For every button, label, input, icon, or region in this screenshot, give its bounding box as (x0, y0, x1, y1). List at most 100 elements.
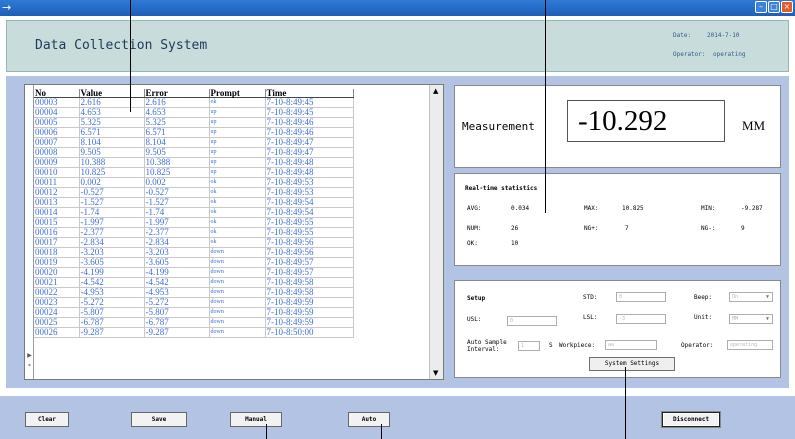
workpiece-field[interactable]: aa (605, 340, 657, 350)
cell-error[interactable]: 0.002 (144, 177, 210, 188)
cell-value[interactable]: -1.997 (79, 217, 145, 228)
cell-error[interactable]: 5.325 (144, 117, 210, 128)
cell-error[interactable]: -4.542 (144, 277, 210, 288)
cell-error[interactable]: 6.571 (144, 127, 210, 138)
cell-time[interactable]: 7-10-8:49:46 (265, 117, 354, 128)
cell-error[interactable]: 9.505 (144, 147, 210, 158)
cell-no[interactable]: 00012 (34, 187, 80, 198)
cell-value[interactable]: 10.825 (79, 167, 145, 178)
cell-value[interactable]: -3.605 (79, 257, 145, 268)
cell-time[interactable]: 7-10-8:49:58 (265, 277, 354, 288)
cell-prompt[interactable]: up (209, 147, 266, 158)
cell-error[interactable]: -1.997 (144, 217, 210, 228)
cell-no[interactable]: 00008 (34, 147, 80, 158)
disconnect-button[interactable]: Disconnect (662, 412, 720, 427)
cell-no[interactable]: 00003 (34, 97, 80, 108)
cell-no[interactable]: 00017 (34, 237, 80, 248)
usl-field[interactable]: 0 (507, 316, 557, 326)
cell-error[interactable]: -3.605 (144, 257, 210, 268)
column-header-prompt[interactable]: Prompt (209, 89, 266, 98)
cell-time[interactable]: 7-10-8:49:59 (265, 307, 354, 318)
table-row[interactable]: 00009 10.388 10.388 up 7-10-8:49:48 (34, 157, 354, 168)
cell-value[interactable]: 0.002 (79, 177, 145, 188)
unit-select[interactable]: MM ▼ (729, 314, 773, 324)
cell-value[interactable]: -5.272 (79, 297, 145, 308)
auto-button[interactable]: Auto (348, 412, 390, 427)
cell-error[interactable]: -3.203 (144, 247, 210, 258)
cell-error[interactable]: -6.787 (144, 317, 210, 328)
cell-no[interactable]: 00023 (34, 297, 80, 308)
cell-value[interactable]: -6.787 (79, 317, 145, 328)
table-row[interactable]: 00012 -0.527 -0.527 ok 7-10-8:49:53 (34, 187, 354, 198)
cell-value[interactable]: -1.74 (79, 207, 145, 218)
column-header-value[interactable]: Value (79, 89, 145, 98)
cell-time[interactable]: 7-10-8:49:59 (265, 317, 354, 328)
cell-no[interactable]: 00019 (34, 257, 80, 268)
data-grid[interactable]: No Value Error Prompt Time 00003 2.616 2.6… (34, 89, 354, 338)
table-row[interactable]: 00023 -5.272 -5.272 down 7-10-8:49:59 (34, 297, 354, 308)
cell-time[interactable]: 7-10-8:49:53 (265, 187, 354, 198)
cell-time[interactable]: 7-10-8:49:56 (265, 247, 354, 258)
cell-time[interactable]: 7-10-8:50:00 (265, 327, 354, 338)
cell-value[interactable]: -9.287 (79, 327, 145, 338)
cell-no[interactable]: 00011 (34, 177, 80, 188)
cell-prompt[interactable]: down (209, 297, 266, 308)
std-field[interactable]: 0 (616, 292, 666, 302)
maximize-icon[interactable]: □ (768, 1, 780, 13)
cell-prompt[interactable]: up (209, 107, 266, 118)
cell-value[interactable]: 2.616 (79, 97, 145, 108)
table-row[interactable]: 00016 -2.377 -2.377 ok 7-10-8:49:55 (34, 227, 354, 238)
cell-value[interactable]: 4.653 (79, 107, 145, 118)
table-row[interactable]: 00004 4.653 4.653 up 7-10-8:49:45 (34, 107, 354, 118)
interval-field[interactable]: 1 (518, 341, 540, 351)
save-button[interactable]: Save (131, 412, 187, 427)
cell-time[interactable]: 7-10-8:49:47 (265, 137, 354, 148)
setup-operator-field[interactable]: operating (727, 340, 773, 350)
cell-value[interactable]: -4.542 (79, 277, 145, 288)
cell-error[interactable]: -9.287 (144, 327, 210, 338)
table-row[interactable]: 00020 -4.199 -4.199 down 7-10-8:49:57 (34, 267, 354, 278)
cell-error[interactable]: 2.616 (144, 97, 210, 108)
cell-prompt[interactable]: down (209, 307, 266, 318)
cell-time[interactable]: 7-10-8:49:59 (265, 297, 354, 308)
cell-value[interactable]: -0.527 (79, 187, 145, 198)
cell-time[interactable]: 7-10-8:49:46 (265, 127, 354, 138)
cell-prompt[interactable]: ok (209, 97, 266, 108)
cell-prompt[interactable]: down (209, 317, 266, 328)
cell-no[interactable]: 00020 (34, 267, 80, 278)
cell-error[interactable]: -5.272 (144, 297, 210, 308)
cell-error[interactable]: 4.653 (144, 107, 210, 118)
cell-no[interactable]: 00005 (34, 117, 80, 128)
cell-prompt[interactable]: ok (209, 207, 266, 218)
cell-no[interactable]: 00013 (34, 197, 80, 208)
cell-value[interactable]: -2.377 (79, 227, 145, 238)
table-row[interactable]: 00017 -2.834 -2.834 ok 7-10-8:49:56 (34, 237, 354, 248)
cell-error[interactable]: -4.953 (144, 287, 210, 298)
cell-no[interactable]: 00015 (34, 217, 80, 228)
cell-value[interactable]: 10.388 (79, 157, 145, 168)
cell-error[interactable]: -5.807 (144, 307, 210, 318)
cell-time[interactable]: 7-10-8:49:47 (265, 147, 354, 158)
cell-time[interactable]: 7-10-8:49:48 (265, 157, 354, 168)
scroll-up-icon[interactable]: ▲ (433, 87, 438, 95)
clear-button[interactable]: Clear (25, 412, 69, 427)
cell-error[interactable]: 8.104 (144, 137, 210, 148)
cell-no[interactable]: 00007 (34, 137, 80, 148)
cell-value[interactable]: -1.527 (79, 197, 145, 208)
cell-prompt[interactable]: ok (209, 217, 266, 228)
cell-value[interactable]: 6.571 (79, 127, 145, 138)
cell-value[interactable]: -3.203 (79, 247, 145, 258)
table-row[interactable]: 00018 -3.203 -3.203 down 7-10-8:49:56 (34, 247, 354, 258)
table-row[interactable]: 00007 8.104 8.104 up 7-10-8:49:47 (34, 137, 354, 148)
system-settings-button[interactable]: System Settings (589, 357, 675, 371)
cell-value[interactable]: -4.199 (79, 267, 145, 278)
cell-prompt[interactable]: up (209, 127, 266, 138)
cell-no[interactable]: 00009 (34, 157, 80, 168)
cell-value[interactable]: 8.104 (79, 137, 145, 148)
table-row[interactable]: 00006 6.571 6.571 up 7-10-8:49:46 (34, 127, 354, 138)
cell-time[interactable]: 7-10-8:49:54 (265, 197, 354, 208)
cell-time[interactable]: 7-10-8:49:55 (265, 227, 354, 238)
table-row[interactable]: 00011 0.002 0.002 ok 7-10-8:49:53 (34, 177, 354, 188)
table-row[interactable]: 00005 5.325 5.325 up 7-10-8:49:46 (34, 117, 354, 128)
table-row[interactable]: 00003 2.616 2.616 ok 7-10-8:49:45 (34, 97, 354, 108)
